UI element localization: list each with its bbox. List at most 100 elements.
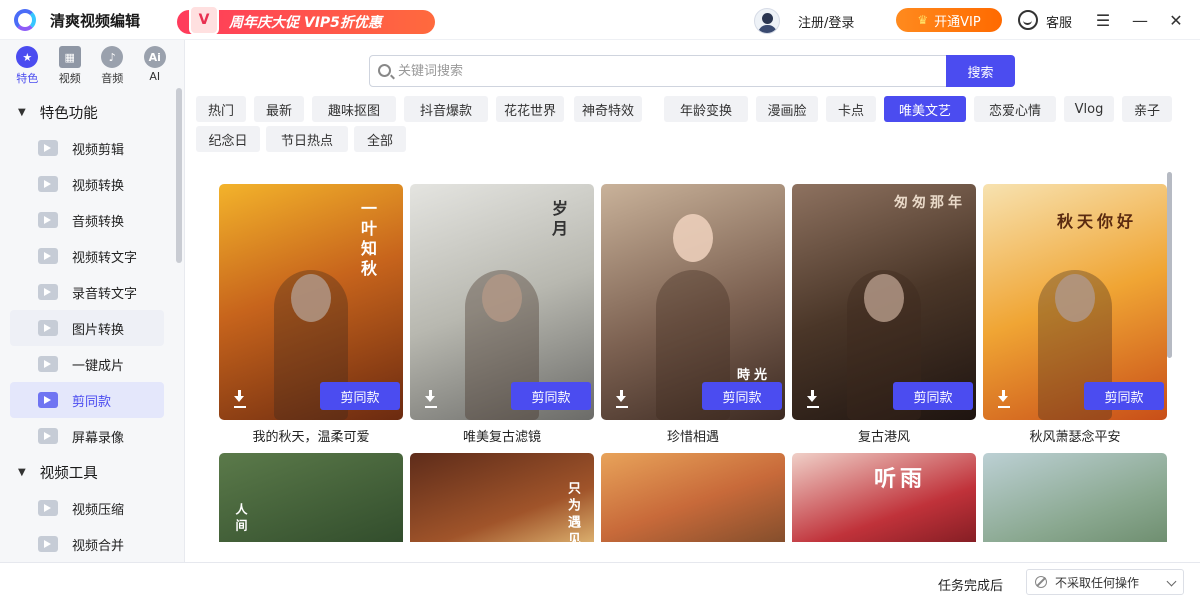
thumbnail-overlay-text: 只为遇见 <box>565 481 580 542</box>
sidebar-scrollbar[interactable] <box>176 88 182 263</box>
template-card[interactable]: 匆匆那年 剪同款 复古港风 <box>792 184 976 446</box>
tag-beat[interactable]: 卡点 <box>826 96 876 122</box>
template-thumbnail[interactable]: 岁月 剪同款 <box>410 184 594 420</box>
sidebar-item-label: 视频合并 <box>72 538 125 554</box>
sidebar-item-video-to-text[interactable]: 视频转文字 <box>10 238 164 274</box>
customer-service-link[interactable]: 客服 <box>1046 12 1072 31</box>
template-thumbnail[interactable]: 匆匆那年 剪同款 <box>792 184 976 420</box>
sidebar-item-video-merge[interactable]: 视频合并 <box>10 526 164 562</box>
download-icon[interactable] <box>233 390 247 406</box>
tag-festival[interactable]: 节日热点 <box>266 126 348 152</box>
template-thumbnail[interactable] <box>983 453 1167 542</box>
menu-icon[interactable]: ☰ <box>1091 8 1115 32</box>
use-template-button[interactable]: 剪同款 <box>320 382 400 410</box>
sidebar-item-video-convert[interactable]: 视频转换 <box>10 166 164 202</box>
download-icon-base <box>234 406 246 408</box>
template-thumbnail[interactable]: 只为遇见 <box>410 453 594 542</box>
image-icon <box>38 320 58 336</box>
use-template-button[interactable]: 剪同款 <box>1084 382 1164 410</box>
microphone-icon <box>38 212 58 228</box>
template-card[interactable]: 時光 剪同款 珍惜相遇 <box>601 184 785 446</box>
portrait-head <box>673 214 713 262</box>
promo-text: 周年庆大促 VIP5折优惠 <box>229 15 382 31</box>
compress-icon <box>38 500 58 516</box>
avatar[interactable] <box>754 8 780 34</box>
minimize-icon[interactable]: — <box>1128 8 1152 32</box>
main-scrollbar[interactable] <box>1167 172 1172 358</box>
tag-vlog[interactable]: Vlog <box>1064 96 1114 122</box>
download-icon[interactable] <box>615 390 629 406</box>
thumbnail-overlay-text: 時光 <box>736 368 771 383</box>
template-card[interactable] <box>983 453 1167 542</box>
tab-feature[interactable]: ★ 特色 <box>6 46 49 90</box>
customer-service-icon[interactable] <box>1018 10 1038 30</box>
tab-ai[interactable]: Ai AI <box>134 46 177 90</box>
template-title: 复古港风 <box>857 430 910 445</box>
tag-douyin-hits[interactable]: 抖音爆款 <box>404 96 488 122</box>
tag-latest[interactable]: 最新 <box>254 96 304 122</box>
template-card[interactable]: 岁月 剪同款 唯美复古滤镜 <box>410 184 594 446</box>
app-title: 清爽视频编辑 <box>50 12 141 30</box>
sidebar-item-template-edit[interactable]: 剪同款 <box>10 382 164 418</box>
tag-anniversary[interactable]: 纪念日 <box>196 126 260 152</box>
template-card[interactable] <box>601 453 785 542</box>
template-card[interactable]: 人间 <box>219 453 403 542</box>
template-thumbnail[interactable]: 一叶知秋 剪同款 <box>219 184 403 420</box>
template-card[interactable]: 一叶知秋 剪同款 我的秋天，温柔可爱 <box>219 184 403 446</box>
sidebar-item-audio-to-text[interactable]: 录音转文字 <box>10 274 164 310</box>
tag-magic-effects[interactable]: 神奇特效 <box>574 96 642 122</box>
sidebar-item-image-convert[interactable]: 图片转换 <box>10 310 164 346</box>
tab-video[interactable]: ▦ 视频 <box>49 46 92 90</box>
search-input[interactable] <box>398 62 918 80</box>
template-thumbnail[interactable]: 時光 剪同款 <box>601 184 785 420</box>
tag-aesthetic[interactable]: 唯美文艺 <box>884 96 966 122</box>
use-template-button[interactable]: 剪同款 <box>511 382 591 410</box>
template-thumbnail[interactable]: 听雨 <box>792 453 976 542</box>
template-card[interactable]: 听雨 <box>792 453 976 542</box>
template-card[interactable]: 只为遇见 <box>410 453 594 542</box>
after-task-label: 任务完成后 <box>938 579 1004 594</box>
section-title: 视频工具 <box>39 465 98 482</box>
sidebar-item-video-edit[interactable]: 视频剪辑 <box>10 130 164 166</box>
template-card[interactable]: 秋天你好 剪同款 秋风萧瑟念平安 <box>983 184 1167 446</box>
vip-button[interactable]: ♛ 开通VIP <box>896 8 1002 32</box>
tag-hot[interactable]: 热门 <box>196 96 246 122</box>
download-icon[interactable] <box>806 390 820 406</box>
download-icon-base <box>807 406 819 408</box>
section-video-tools[interactable]: ▼ 视频工具 <box>0 454 172 490</box>
sidebar-item-screen-record[interactable]: 屏幕录像 <box>10 418 164 454</box>
ai-icon: Ai <box>143 46 166 68</box>
tag-all[interactable]: 全部 <box>354 126 406 152</box>
template-thumbnail[interactable]: 人间 <box>219 453 403 542</box>
crown-icon: ♛ <box>917 13 929 27</box>
sidebar-item-label: 屏幕录像 <box>72 430 125 446</box>
download-icon[interactable] <box>424 390 438 406</box>
sidebar-item-one-click[interactable]: 一键成片 <box>10 346 164 382</box>
sidebar-item-audio-convert[interactable]: 音频转换 <box>10 202 164 238</box>
after-task-select[interactable]: 不采取任何操作 <box>1026 569 1184 595</box>
use-template-button[interactable]: 剪同款 <box>893 382 973 410</box>
section-feature-functions[interactable]: ▼ 特色功能 <box>0 94 172 130</box>
template-thumbnail[interactable] <box>601 453 785 542</box>
tab-audio[interactable]: ♪ 音频 <box>91 46 134 90</box>
tag-cartoon-face[interactable]: 漫画脸 <box>756 96 818 122</box>
sidebar-item-label: 视频转文字 <box>72 250 138 266</box>
search-button[interactable]: 搜索 <box>946 55 1015 87</box>
template-thumbnail[interactable]: 秋天你好 剪同款 <box>983 184 1167 420</box>
sidebar-item-video-compress[interactable]: 视频压缩 <box>10 490 164 526</box>
use-template-button[interactable]: 剪同款 <box>702 382 782 410</box>
close-icon[interactable]: ✕ <box>1164 8 1188 32</box>
sidebar-item-label: 一键成片 <box>72 358 125 374</box>
tag-flower-world[interactable]: 花花世界 <box>496 96 564 122</box>
promo-banner[interactable]: V 周年庆大促 VIP5折优惠 <box>177 5 435 35</box>
tag-fun-cutout[interactable]: 趣味抠图 <box>312 96 396 122</box>
search-box <box>369 55 947 87</box>
screen-record-icon <box>38 428 58 444</box>
template-grid: 一叶知秋 剪同款 我的秋天，温柔可爱 岁月 剪同款 唯美复古滤镜 時光 剪同款 … <box>219 184 1169 542</box>
tag-love-mood[interactable]: 恋爱心情 <box>974 96 1056 122</box>
chevron-down-icon <box>1166 576 1177 587</box>
tag-parenting[interactable]: 亲子 <box>1122 96 1172 122</box>
download-icon[interactable] <box>997 390 1011 406</box>
tag-age-change[interactable]: 年龄变换 <box>664 96 748 122</box>
login-link[interactable]: 注册/登录 <box>798 12 854 31</box>
